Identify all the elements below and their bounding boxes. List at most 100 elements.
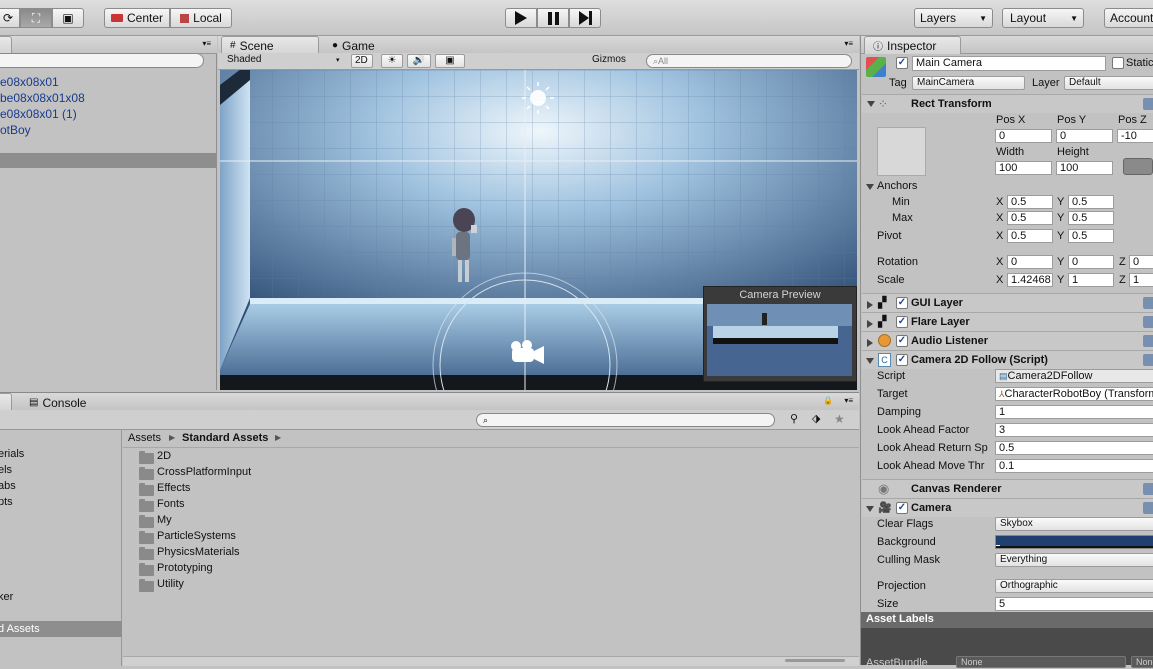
tag-dropdown[interactable]: MainCamera: [912, 76, 1025, 90]
2d-toggle[interactable]: 2D: [351, 54, 373, 68]
help-icon[interactable]: [1143, 483, 1153, 495]
layer-dropdown[interactable]: Default: [1064, 76, 1153, 90]
lock-icon[interactable]: 🔒: [823, 396, 833, 405]
camera-component-header[interactable]: 🎥 ✓ Camera: [862, 498, 1153, 517]
pos-z-field[interactable]: -10: [1117, 129, 1153, 143]
tab-scene[interactable]: #Scene: [221, 36, 319, 54]
panel-menu-icon[interactable]: ▾≡: [202, 39, 211, 48]
scale-y-field[interactable]: 1: [1068, 273, 1114, 287]
hierarchy-tab[interactable]: [0, 36, 12, 54]
help-icon[interactable]: [1143, 98, 1153, 110]
width-field[interactable]: 100: [995, 161, 1052, 175]
camera-enabled-checkbox[interactable]: ✓: [896, 502, 908, 514]
folder-item[interactable]: ParticleSystems: [157, 530, 236, 542]
step-button[interactable]: [569, 8, 601, 28]
hierarchy-item[interactable]: otBoy: [0, 123, 31, 137]
breadcrumb-assets[interactable]: Assets: [128, 432, 161, 444]
folder-item[interactable]: My: [157, 514, 172, 526]
pivot-center-button[interactable]: Center: [104, 8, 170, 28]
rotation-y-field[interactable]: 0: [1068, 255, 1114, 269]
rotate-tool-button[interactable]: ⟳: [0, 8, 20, 28]
hierarchy-item[interactable]: be08x08x01x08: [0, 91, 85, 105]
project-folder-item[interactable]: abs: [0, 480, 16, 492]
raw-edit-button[interactable]: [1123, 158, 1153, 175]
hierarchy-item[interactable]: e08x08x01 (1): [0, 107, 77, 121]
scale-z-field[interactable]: 1: [1129, 273, 1153, 287]
flare-layer-header[interactable]: ▞ ✓ Flare Layer: [862, 312, 1153, 331]
camera-gizmo-icon[interactable]: [508, 340, 548, 366]
project-search-input[interactable]: ⌕: [476, 413, 775, 427]
rect-tool-button[interactable]: ▣: [52, 8, 84, 28]
help-icon[interactable]: [1143, 335, 1153, 347]
help-icon[interactable]: [1143, 316, 1153, 328]
background-color-field[interactable]: [995, 535, 1153, 549]
panel-menu-icon[interactable]: ▾≡: [844, 396, 853, 405]
pos-y-field[interactable]: 0: [1056, 129, 1113, 143]
pivot-x-field[interactable]: 0.5: [1007, 229, 1053, 243]
anchor-max-y-field[interactable]: 0.5: [1068, 211, 1114, 225]
filter-by-label-icon[interactable]: ⬗: [812, 412, 832, 428]
height-field[interactable]: 100: [1056, 161, 1113, 175]
account-dropdown[interactable]: Account: [1104, 8, 1153, 28]
folder-item[interactable]: CrossPlatformInput: [157, 466, 251, 478]
help-icon[interactable]: [1143, 502, 1153, 514]
scene-search-input[interactable]: ⌕All: [646, 54, 852, 68]
project-folder-item[interactable]: ker: [0, 591, 13, 603]
asset-labels-header[interactable]: Asset Labels: [861, 612, 1153, 628]
light-gizmo-icon[interactable]: [520, 80, 556, 116]
camera-follow-enabled-checkbox[interactable]: ✓: [896, 354, 908, 366]
project-sidebar-selected[interactable]: d Assets: [0, 621, 122, 637]
projection-dropdown[interactable]: Orthographic: [995, 579, 1153, 593]
anchor-min-y-field[interactable]: 0.5: [1068, 195, 1114, 209]
asset-bundle-dropdown[interactable]: None: [956, 656, 1126, 668]
culling-mask-dropdown[interactable]: Everything: [995, 553, 1153, 567]
layout-dropdown[interactable]: Layout▼: [1002, 8, 1084, 28]
anchor-max-x-field[interactable]: 0.5: [1007, 211, 1053, 225]
target-field[interactable]: ⅄CharacterRobotBoy (Transform): [995, 387, 1153, 401]
look-ahead-return-field[interactable]: 0.5: [995, 441, 1153, 455]
pause-button[interactable]: [537, 8, 569, 28]
favorites-star-icon[interactable]: ★: [834, 412, 854, 428]
folder-item[interactable]: Fonts: [157, 498, 185, 510]
camera-follow-header[interactable]: C ✓ Camera 2D Follow (Script): [862, 350, 1153, 369]
scene-audio-toggle[interactable]: 🔊: [407, 54, 431, 68]
anchor-min-x-field[interactable]: 0.5: [1007, 195, 1053, 209]
folder-item[interactable]: Effects: [157, 482, 190, 494]
icon-size-slider[interactable]: [785, 659, 845, 662]
help-icon[interactable]: [1143, 297, 1153, 309]
script-field[interactable]: ▤Camera2DFollow: [995, 369, 1153, 383]
scale-tool-button[interactable]: ⛶: [20, 8, 52, 28]
hierarchy-item[interactable]: e08x08x01: [0, 75, 59, 89]
size-field[interactable]: 5: [995, 597, 1153, 611]
gui-layer-enabled-checkbox[interactable]: ✓: [896, 297, 908, 309]
scene-lighting-toggle[interactable]: ☀: [381, 54, 403, 68]
pivot-local-button[interactable]: Local: [170, 8, 232, 28]
tab-project[interactable]: [0, 393, 12, 411]
gizmos-dropdown[interactable]: Gizmos: [588, 54, 640, 68]
breadcrumb-standard-assets[interactable]: Standard Assets: [182, 432, 268, 444]
scale-x-field[interactable]: 1.42468: [1007, 273, 1053, 287]
clear-flags-dropdown[interactable]: Skybox: [995, 517, 1153, 531]
rect-transform-header[interactable]: ⁘ Rect Transform: [862, 94, 1153, 113]
look-ahead-move-field[interactable]: 0.1: [995, 459, 1153, 473]
folder-item[interactable]: Prototyping: [157, 562, 213, 574]
project-folder-item[interactable]: els: [0, 464, 12, 476]
scene-effects-toggle[interactable]: ▣: [435, 54, 465, 68]
folder-item[interactable]: PhysicsMaterials: [157, 546, 240, 558]
layers-dropdown[interactable]: Layers▼: [914, 8, 993, 28]
look-ahead-factor-field[interactable]: 3: [995, 423, 1153, 437]
asset-bundle-variant-dropdown[interactable]: None: [1131, 656, 1153, 668]
rotation-x-field[interactable]: 0: [1007, 255, 1053, 269]
hierarchy-selected-row[interactable]: [0, 153, 216, 168]
hierarchy-search-input[interactable]: [0, 53, 204, 68]
object-name-field[interactable]: Main Camera: [912, 56, 1106, 71]
static-checkbox[interactable]: ✓: [1112, 57, 1124, 69]
project-folder-item[interactable]: pts: [0, 496, 13, 508]
expand-arrow-icon[interactable]: [866, 184, 874, 190]
play-button[interactable]: [505, 8, 537, 28]
object-active-checkbox[interactable]: ✓: [896, 57, 908, 69]
canvas-renderer-header[interactable]: ◉ Canvas Renderer: [862, 479, 1153, 498]
shading-mode-dropdown[interactable]: Shaded: [223, 54, 346, 68]
robot-boy-sprite[interactable]: [450, 206, 480, 286]
tab-game[interactable]: ●Game: [323, 36, 384, 54]
